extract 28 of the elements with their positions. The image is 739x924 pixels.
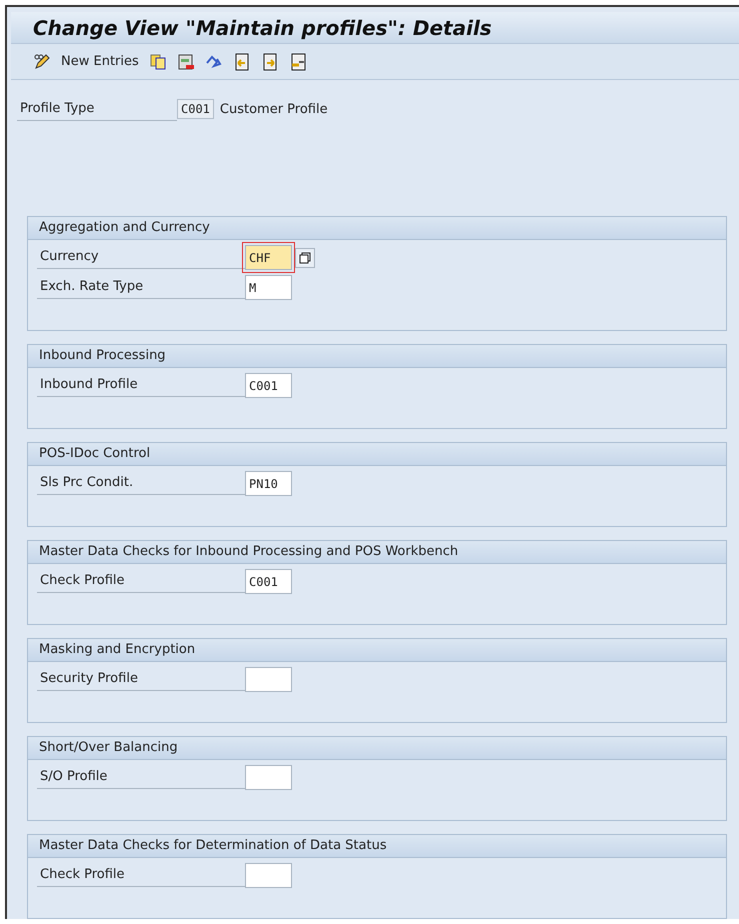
group-title: Inbound Processing bbox=[28, 345, 726, 368]
group-title: Master Data Checks for Inbound Processing and POS Workbench bbox=[28, 541, 726, 564]
input-field[interactable]: C001 bbox=[245, 373, 292, 398]
group-title: Short/Over Balancing bbox=[28, 737, 726, 760]
new-entries-button[interactable]: New Entries bbox=[61, 54, 139, 70]
next-page-icon[interactable] bbox=[260, 52, 279, 71]
input-field[interactable] bbox=[245, 765, 292, 790]
group-title: Masking and Encryption bbox=[28, 639, 726, 662]
pencil-icon[interactable] bbox=[33, 52, 51, 71]
undo-icon[interactable] bbox=[204, 52, 223, 71]
profile-type-field: C001 bbox=[177, 99, 214, 119]
copy-icon[interactable] bbox=[148, 52, 167, 71]
previous-page-icon[interactable] bbox=[232, 52, 251, 71]
value-help-button[interactable] bbox=[295, 248, 315, 268]
window-title: Change View "Maintain profiles": Details bbox=[33, 16, 492, 40]
input-field[interactable] bbox=[245, 863, 292, 888]
profile-description: Customer Profile bbox=[220, 102, 328, 116]
input-field[interactable]: PN10 bbox=[245, 471, 292, 496]
group-title: Aggregation and Currency bbox=[28, 217, 726, 240]
group-title: Master Data Checks for Determination of Data Status bbox=[28, 835, 726, 858]
copy-icon bbox=[299, 252, 311, 264]
input-field[interactable]: CHF bbox=[245, 245, 292, 270]
group-title: POS-IDoc Control bbox=[28, 443, 726, 466]
delete-row-icon[interactable] bbox=[176, 52, 195, 71]
input-field[interactable]: M bbox=[245, 275, 292, 300]
select-block-icon[interactable] bbox=[288, 52, 307, 71]
input-field[interactable]: C001 bbox=[245, 569, 292, 594]
input-field[interactable] bbox=[245, 667, 292, 692]
